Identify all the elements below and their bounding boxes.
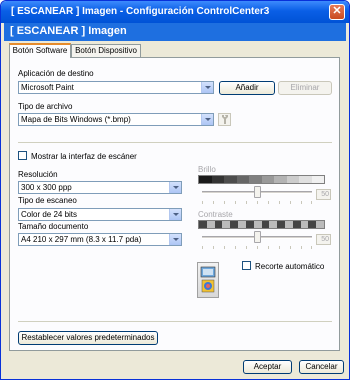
cancel-button[interactable]: Cancelar: [299, 360, 344, 374]
contrast-ticks: [202, 246, 312, 249]
show-scanner-label[interactable]: Mostrar la interfaz de escáner: [31, 152, 137, 161]
auto-crop-checkbox[interactable]: [242, 261, 251, 270]
brightness-value[interactable]: 50: [316, 189, 331, 200]
contrast-label: Contraste: [198, 210, 233, 219]
chevron-down-icon[interactable]: [201, 114, 213, 125]
brightness-preview: [198, 175, 325, 184]
show-scanner-checkbox[interactable]: [18, 151, 27, 160]
chevron-down-icon[interactable]: [169, 209, 181, 220]
contrast-preview: [198, 220, 325, 229]
chevron-down-icon[interactable]: [169, 234, 181, 245]
scan-type-label: Tipo de escaneo: [18, 196, 77, 205]
chevron-down-icon[interactable]: [201, 82, 213, 93]
tab-boton-dispositivo[interactable]: Botón Dispositivo: [71, 44, 141, 58]
destino-value: Microsoft Paint: [21, 83, 74, 92]
file-type-label: Tipo de archivo: [18, 102, 73, 111]
file-type-select[interactable]: Mapa de Bits Windows (*.bmp): [18, 113, 214, 126]
brightness-label: Brillo: [198, 165, 216, 174]
close-icon[interactable]: ✕: [329, 4, 345, 20]
window-title: [ ESCANEAR ] Imagen - Configuración Cont…: [11, 6, 270, 17]
scan-type-value: Color de 24 bits: [21, 210, 78, 219]
auto-crop-label[interactable]: Recorte automático: [255, 262, 324, 271]
divider: [18, 321, 332, 322]
tab-boton-software[interactable]: Botón Software: [9, 43, 71, 58]
title-bar[interactable]: [ ESCANEAR ] Imagen - Configuración Cont…: [1, 1, 349, 23]
dialog-window: [ ESCANEAR ] Imagen - Configuración Cont…: [0, 0, 350, 380]
file-type-value: Mapa de Bits Windows (*.bmp): [21, 115, 131, 124]
resolution-value: 300 x 300 ppp: [21, 183, 72, 192]
contrast-value[interactable]: 50: [316, 234, 331, 245]
remove-button[interactable]: Eliminar: [278, 81, 332, 95]
chevron-down-icon[interactable]: [169, 182, 181, 193]
add-button[interactable]: Añadir: [219, 81, 275, 95]
banner-title: [ ESCANEAR ] Imagen: [10, 25, 127, 37]
destino-label: Aplicación de destino: [18, 69, 94, 78]
divider: [18, 142, 332, 143]
contrast-slider-thumb[interactable]: [254, 231, 261, 243]
resolution-label: Resolución: [18, 170, 58, 179]
reset-defaults-button[interactable]: Restablecer valores predeterminados: [18, 331, 158, 345]
brightness-slider-thumb[interactable]: [254, 186, 261, 198]
scan-type-select[interactable]: Color de 24 bits: [18, 208, 182, 221]
tab-panel: Aplicación de destino Microsoft Paint Añ…: [9, 57, 340, 351]
doc-size-value: A4 210 x 297 mm (8.3 x 11.7 pda): [21, 235, 142, 244]
accept-button[interactable]: Aceptar: [243, 360, 292, 374]
wrench-icon: [222, 115, 228, 124]
destino-select[interactable]: Microsoft Paint: [18, 81, 214, 94]
scan-preview-icon: [197, 262, 219, 298]
brightness-ticks: [202, 201, 312, 204]
doc-size-select[interactable]: A4 210 x 297 mm (8.3 x 11.7 pda): [18, 233, 182, 246]
resolution-select[interactable]: 300 x 300 ppp: [18, 181, 182, 194]
header-banner: [ ESCANEAR ] Imagen: [4, 23, 346, 41]
file-settings-button[interactable]: [218, 113, 231, 126]
doc-size-label: Tamaño documento: [18, 222, 89, 231]
